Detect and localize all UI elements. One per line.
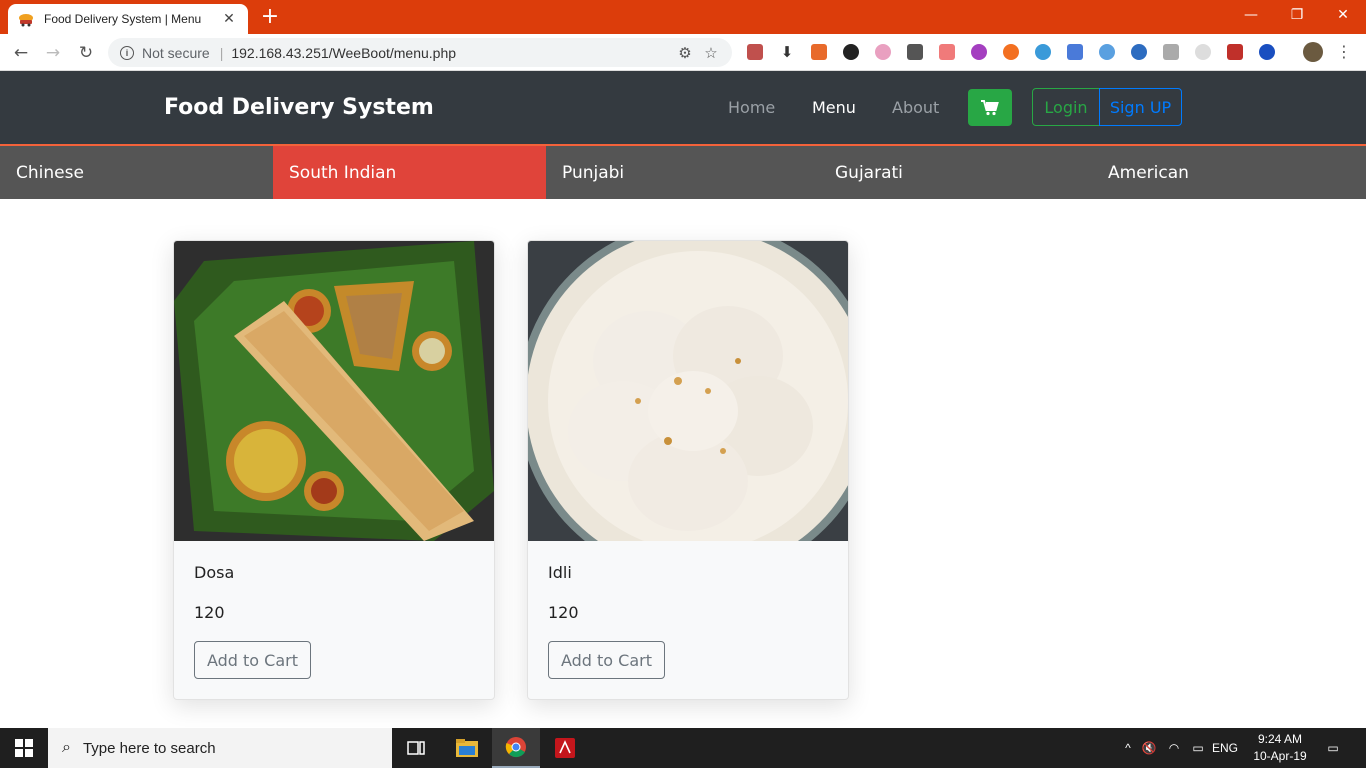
back-icon[interactable]: ← (8, 40, 34, 66)
system-tray: ^ 🔇 ◠ ▭ ENG (1120, 728, 1240, 768)
add-to-cart-button[interactable]: Add to Cart (194, 641, 311, 679)
download-extension-icon[interactable]: ⬇ (779, 44, 795, 60)
bookmark-star-icon[interactable]: ☆ (702, 44, 720, 62)
tab-close-icon[interactable]: ✕ (220, 11, 238, 27)
minimize-button[interactable]: — (1228, 0, 1274, 30)
item-name: Idli (548, 563, 572, 582)
browser-tab[interactable]: Food Delivery System | Menu ✕ (8, 4, 248, 34)
security-label: Not secure (142, 44, 210, 61)
category-punjabi[interactable]: Punjabi (546, 146, 819, 199)
windows-start-button[interactable] (0, 728, 48, 768)
windows-logo-icon (15, 739, 33, 757)
category-gujarati[interactable]: Gujarati (819, 146, 1092, 199)
food-favicon-icon (18, 11, 34, 27)
item-price: 120 (548, 603, 579, 622)
language-indicator[interactable]: ENG (1210, 741, 1240, 755)
notification-center-icon[interactable]: ▭ (1322, 728, 1344, 768)
wifi-icon[interactable]: ◠ (1162, 741, 1186, 755)
d-extension-icon[interactable] (1259, 44, 1275, 60)
signup-button[interactable]: Sign UP (1099, 88, 1182, 126)
taskbar-clock[interactable]: 9:24 AM 10-Apr-19 (1252, 731, 1308, 765)
ca-extension-icon[interactable] (971, 44, 987, 60)
browser-menu-icon[interactable]: ⋮ (1336, 44, 1352, 60)
category-chinese[interactable]: Chinese (0, 146, 273, 199)
item-price: 120 (194, 603, 225, 622)
globe-extension-icon[interactable] (1035, 44, 1051, 60)
qr-extension-icon[interactable] (907, 44, 923, 60)
site-brand[interactable]: Food Delivery System (164, 95, 434, 120)
earth-extension-icon[interactable] (1131, 44, 1147, 60)
speaker-muted-icon[interactable]: 🔇 (1136, 741, 1162, 755)
login-button[interactable]: Login (1032, 88, 1100, 126)
chrome-icon (505, 737, 526, 758)
cart-button[interactable] (968, 89, 1012, 126)
docs-extension-icon[interactable] (1067, 44, 1083, 60)
new-tab-button[interactable]: + (258, 6, 282, 30)
dark-extension-icon[interactable] (843, 44, 859, 60)
dosa-image (174, 241, 494, 541)
omnibox-separator: | (219, 44, 224, 61)
profile-avatar[interactable] (1303, 42, 1323, 62)
nav-home-link[interactable]: Home (728, 98, 775, 117)
category-bar: Chinese South Indian Punjabi Gujarati Am… (0, 144, 1366, 199)
info-icon[interactable]: i (120, 45, 134, 60)
windows-taskbar: ⌕ Type here to search ^ 🔇 ◠ ▭ ENG 9:24 A… (0, 728, 1366, 768)
translate-icon[interactable]: ⚙ (676, 44, 694, 62)
browser-toolbar: ← → ↻ i Not secure | 192.168.43.251/WeeB… (0, 34, 1366, 71)
wordpress-extension-icon[interactable] (1099, 44, 1115, 60)
category-south-indian[interactable]: South Indian (273, 146, 546, 199)
record-extension-icon[interactable] (939, 44, 955, 60)
address-bar[interactable]: i Not secure | 192.168.43.251/WeeBoot/me… (108, 38, 732, 67)
nav-menu-link[interactable]: Menu (812, 98, 856, 117)
cart-icon (981, 99, 999, 115)
close-window-button[interactable]: ✕ (1320, 0, 1366, 30)
menu-item-card: Dosa 120 Add to Cart (173, 240, 495, 700)
folder-icon (456, 739, 478, 757)
task-view-icon (407, 741, 425, 755)
tab-title: Food Delivery System | Menu (44, 12, 202, 26)
unicorn-extension-icon[interactable] (875, 44, 891, 60)
site-navbar: Food Delivery System Home Menu About Log… (0, 71, 1366, 144)
category-american[interactable]: American (1092, 146, 1365, 199)
search-icon: ⌕ (62, 739, 71, 756)
taskbar-search-box[interactable]: ⌕ Type here to search (48, 728, 392, 768)
clock-time: 9:24 AM (1257, 732, 1303, 746)
menu-item-card: Idli 120 Add to Cart (527, 240, 849, 700)
browser-tab-strip: Food Delivery System | Menu ✕ + — ❐ ✕ (0, 0, 1366, 34)
reload-icon[interactable]: ↻ (73, 40, 99, 66)
acrobat-taskbar-button[interactable] (541, 728, 589, 768)
add-to-cart-button[interactable]: Add to Cart (548, 641, 665, 679)
taskbar-search-placeholder: Type here to search (82, 739, 216, 757)
restore-button[interactable]: ❐ (1274, 0, 1320, 30)
book-extension-icon[interactable] (1227, 44, 1243, 60)
font-extension-icon[interactable] (1163, 44, 1179, 60)
task-view-button[interactable] (392, 728, 440, 768)
ublock-extension-icon[interactable] (1003, 44, 1019, 60)
item-name: Dosa (194, 563, 235, 582)
idli-image (528, 241, 848, 581)
nav-about-link[interactable]: About (892, 98, 939, 117)
battery-icon[interactable]: ▭ (1186, 741, 1210, 755)
acrobat-icon (555, 738, 575, 758)
clock-date: 10-Apr-19 (1253, 749, 1307, 763)
help-extension-icon[interactable] (1195, 44, 1211, 60)
url-text[interactable]: 192.168.43.251/WeeBoot/menu.php (231, 45, 668, 61)
forward-icon[interactable]: → (40, 40, 66, 66)
chevron-up-icon[interactable]: ^ (1120, 741, 1136, 755)
office-extension-icon[interactable] (811, 44, 827, 60)
chrome-taskbar-button[interactable] (492, 728, 540, 768)
pdf-extension-icon[interactable] (747, 44, 763, 60)
file-explorer-button[interactable] (443, 728, 491, 768)
